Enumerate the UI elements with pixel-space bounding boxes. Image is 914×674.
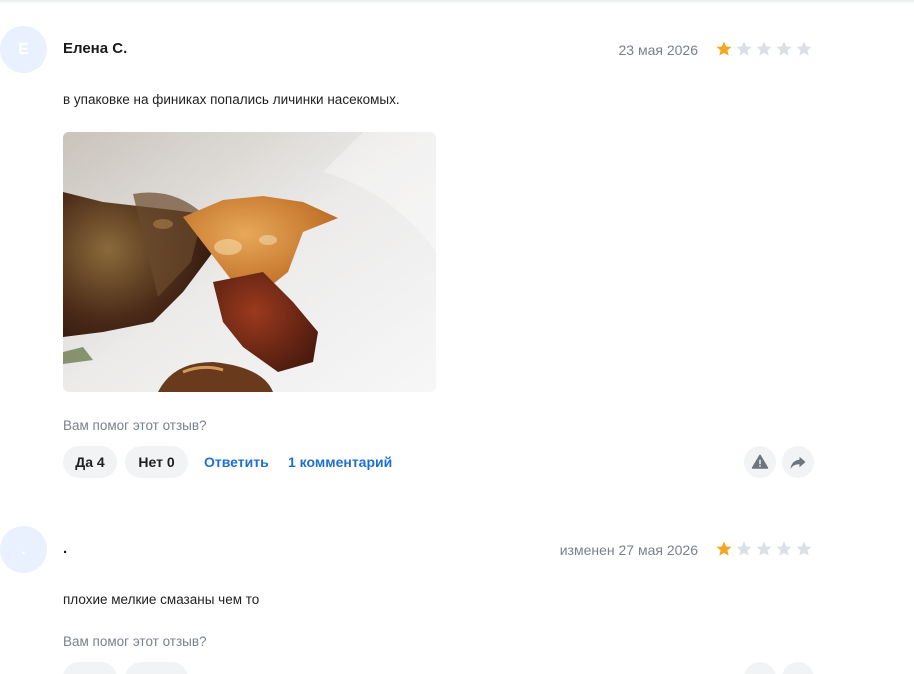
review-date: изменен 27 мая 2026 — [559, 542, 698, 558]
star-icon — [736, 41, 752, 56]
share-button[interactable] — [782, 662, 814, 674]
rating-stars — [715, 40, 813, 58]
star-icon — [756, 541, 772, 556]
star-icon — [776, 41, 792, 56]
star-icon — [716, 41, 732, 56]
star-icon — [796, 541, 812, 556]
review-card: . . изменен 27 мая 2026 плохие мелкие см… — [0, 500, 914, 674]
review-text: плохие мелкие смазаны чем то — [63, 592, 260, 607]
avatar: Е — [0, 26, 47, 73]
helpful-question: Вам помог этот отзыв? — [63, 418, 207, 433]
star-icon — [776, 541, 792, 556]
helpful-no-button[interactable] — [125, 662, 188, 674]
review-author[interactable]: . — [63, 540, 67, 557]
helpful-no-button[interactable]: Нет 0 — [125, 446, 188, 478]
star-icon — [736, 541, 752, 556]
rating-stars — [715, 540, 813, 558]
share-button[interactable] — [782, 446, 814, 478]
helpful-yes-button[interactable]: Да 4 — [63, 446, 117, 478]
helpful-yes-button[interactable] — [63, 662, 117, 674]
report-button[interactable] — [744, 662, 776, 674]
review-date: 23 мая 2026 — [618, 42, 699, 58]
reply-link[interactable]: Ответить — [204, 454, 269, 470]
review-author[interactable]: Елена С. — [63, 40, 127, 57]
star-icon — [756, 41, 772, 56]
report-button[interactable] — [744, 446, 776, 478]
comments-link[interactable]: 1 комментарий — [288, 454, 392, 470]
review-photo[interactable] — [63, 132, 436, 392]
review-text: в упаковке на финиках попались личинки н… — [63, 92, 400, 107]
helpful-question: Вам помог этот отзыв? — [63, 634, 207, 649]
star-icon — [796, 41, 812, 56]
warning-triangle-icon — [751, 454, 769, 469]
star-icon — [716, 541, 732, 556]
review-card: Е Елена С. 23 мая 2026 в упаковке на фин… — [0, 0, 914, 500]
share-arrow-icon — [790, 456, 806, 469]
avatar: . — [0, 526, 47, 573]
